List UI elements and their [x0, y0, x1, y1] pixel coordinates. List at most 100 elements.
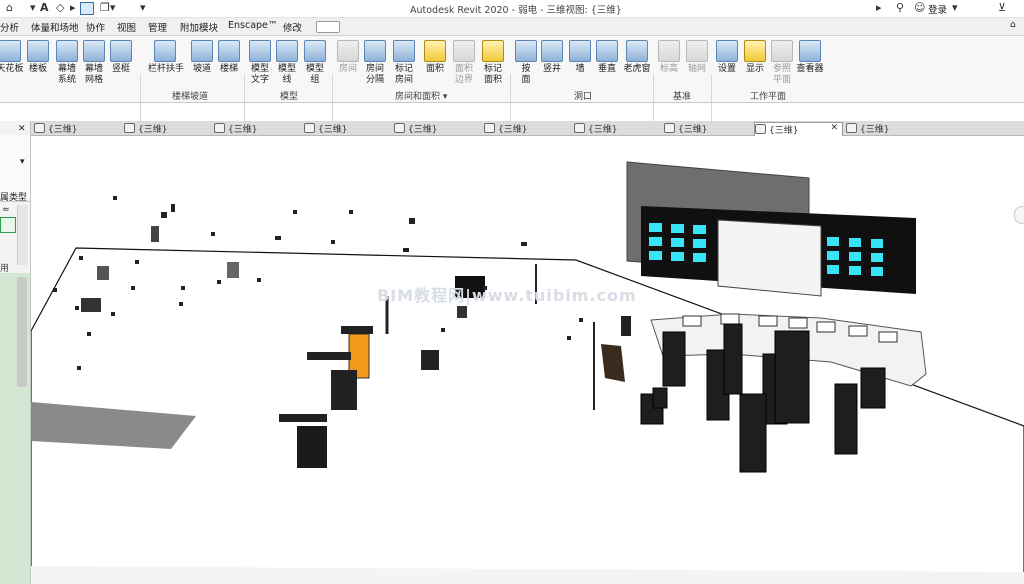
model-text-button[interactable]: 模型 文字: [246, 40, 274, 86]
room-separator-button[interactable]: 房间 分隔: [361, 40, 389, 86]
tag-area-icon: [482, 40, 504, 62]
tag-room-button[interactable]: 标记 房间: [390, 40, 418, 86]
floor-label: 楼板: [28, 64, 47, 74]
ramp-button[interactable]: 坡道: [188, 40, 216, 75]
tag-area-button[interactable]: 标记 面积: [479, 40, 507, 86]
view-tab-label: {三维}: [408, 125, 438, 135]
view-tab-label: {三维}: [678, 125, 708, 135]
shaft-button[interactable]: 竖井: [538, 40, 566, 75]
floor-button[interactable]: 楼板: [24, 40, 52, 75]
type-selector[interactable]: [0, 217, 16, 233]
level-label: 标高: [659, 64, 678, 74]
room-label: 房间: [338, 64, 357, 74]
workplane-set-label: 设置: [717, 64, 736, 74]
opening-by-face-icon: [515, 40, 537, 62]
close-icon[interactable]: ✕: [830, 123, 838, 133]
model-group-button[interactable]: 模型 组: [301, 40, 329, 86]
quick-access-customize-icon[interactable]: ▾: [140, 1, 146, 14]
stair-button[interactable]: 楼梯: [215, 40, 243, 75]
app-menu-icon[interactable]: ⌂: [6, 1, 13, 14]
model-line-button[interactable]: 模型 线: [273, 40, 301, 86]
barrier-bar: [341, 326, 373, 334]
opening-by-face-label: 按 面: [521, 64, 531, 85]
quick-access-measure-icon[interactable]: ▾: [30, 1, 36, 14]
workplane-show-button[interactable]: 显示: [741, 40, 769, 75]
quick-access-text-button[interactable]: A: [40, 1, 49, 14]
search-dropdown-icon[interactable]: ▸: [876, 1, 882, 14]
model-text-icon: [249, 40, 271, 62]
view-tab-label: {三维}: [138, 125, 168, 135]
opening-by-face-button[interactable]: 按 面: [512, 40, 540, 86]
tab-massing-site[interactable]: 体量和场地: [31, 20, 79, 34]
tab-manage[interactable]: 管理: [148, 20, 167, 34]
reference-plane-label: 参照 平面: [772, 64, 791, 85]
level-button[interactable]: 标高: [655, 40, 683, 75]
wall-opening-button[interactable]: 墙: [566, 40, 594, 75]
user-icon[interactable]: ☺: [914, 1, 925, 14]
viewer-icon: [799, 40, 821, 62]
view-tab[interactable]: {三维}: [34, 122, 121, 135]
mullion-icon: [110, 40, 132, 62]
reference-plane-button[interactable]: 参照 平面: [768, 40, 796, 86]
view-tab[interactable]: {三维}: [214, 122, 301, 135]
camera: [457, 306, 467, 318]
3d-viewport[interactable]: BIM教程网|www.tuibim.com: [31, 136, 1024, 584]
view-tab[interactable]: {三维}: [846, 122, 933, 135]
curtain-system-button[interactable]: 幕墙 系统: [53, 40, 81, 86]
view-tab[interactable]: {三维}: [394, 122, 481, 135]
tab-modify[interactable]: 修改: [283, 20, 302, 34]
view-tab[interactable]: {三维}: [304, 122, 391, 135]
tab-analyze[interactable]: 分析: [0, 20, 19, 34]
quick-access-thin-lines-icon[interactable]: [80, 2, 94, 15]
scrollbar-thumb[interactable]: [17, 277, 27, 387]
video-wall-right-screens: [827, 237, 883, 276]
area-boundary-button[interactable]: 面积 边界: [450, 40, 478, 86]
view-tab[interactable]: {三维}: [574, 122, 661, 135]
room-button[interactable]: 房间: [334, 40, 362, 75]
mullion-button[interactable]: 竖梃: [107, 40, 135, 75]
view-tab-active[interactable]: {三维} ✕: [754, 122, 843, 136]
expand-icon[interactable]: ≈: [2, 205, 10, 215]
tab-collaborate[interactable]: 协作: [86, 20, 105, 34]
grid-button[interactable]: 轴网: [683, 40, 711, 75]
panel-box: [97, 266, 109, 280]
view-tab[interactable]: {三维}: [664, 122, 751, 135]
quick-access-section-icon[interactable]: ▸: [70, 1, 76, 14]
chevron-down-icon[interactable]: ▾: [20, 157, 25, 167]
viewer-button[interactable]: 查看器: [795, 40, 825, 75]
tab-add-ins[interactable]: 附加模块: [180, 20, 218, 34]
room-separator-icon: [364, 40, 386, 62]
dormer-button[interactable]: 老虎窗: [622, 40, 652, 75]
quick-access-3d-icon[interactable]: ◇: [56, 1, 64, 14]
curtain-system-label: 幕墙 系统: [57, 64, 76, 85]
scrollbar[interactable]: [17, 205, 28, 265]
login-link[interactable]: 登录: [928, 2, 947, 16]
binoculars-icon[interactable]: ⚲: [896, 1, 904, 14]
view-tab[interactable]: {三维}: [484, 122, 571, 135]
floor-icon: [27, 40, 49, 62]
ramp-label: 坡道: [192, 64, 211, 74]
railing-button[interactable]: 栏杆扶手: [148, 40, 185, 75]
title-bar: ⌂ ▾ A ◇ ▸ ❐▾ ▾ Autodesk Revit 2020 - 弱电 …: [0, 0, 1024, 18]
cabinet-small: [421, 350, 439, 370]
ribbon-minimize-icon[interactable]: ⌂: [1010, 20, 1016, 30]
mullion-label: 竖梃: [111, 64, 130, 74]
tab-enscape[interactable]: Enscape™: [228, 20, 277, 31]
cart-icon[interactable]: ⊻: [998, 1, 1006, 14]
ceiling-button[interactable]: 天花板: [0, 40, 24, 75]
ribbon-display-toggle[interactable]: [316, 21, 340, 33]
close-icon[interactable]: ✕: [18, 124, 26, 134]
vertical-opening-button[interactable]: 垂直: [593, 40, 621, 75]
view-tab[interactable]: {三维}: [124, 122, 211, 135]
area-button[interactable]: 面积: [421, 40, 449, 75]
curtain-grid-button[interactable]: 幕墙 网格: [80, 40, 108, 86]
tab-view[interactable]: 视图: [117, 20, 136, 34]
quick-access-switch-windows-icon[interactable]: ❐▾: [100, 1, 115, 14]
workplane-set-button[interactable]: 设置: [713, 40, 741, 75]
group-label-work-plane: 工作平面: [750, 92, 787, 102]
login-dropdown-icon[interactable]: ▾: [952, 1, 958, 14]
railing-label: 栏杆扶手: [148, 64, 185, 74]
view-cube-icon[interactable]: [1014, 206, 1024, 224]
group-label-room-area[interactable]: 房间和面积 ▾: [395, 89, 447, 102]
group-label-model: 模型: [280, 92, 299, 102]
